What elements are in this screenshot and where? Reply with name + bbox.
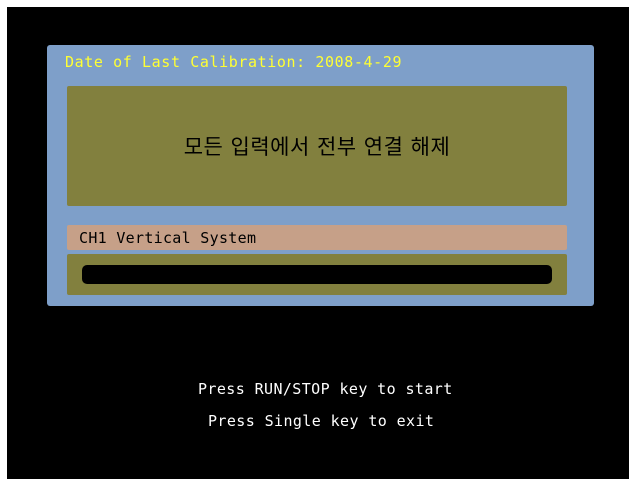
- channel-status-bar: CH1 Vertical System: [67, 225, 567, 250]
- progress-panel: [67, 254, 567, 295]
- calibration-dialog: Date of Last Calibration: 2008-4-29 모든 입…: [47, 45, 594, 306]
- disconnect-message: 모든 입력에서 전부 연결 해제: [183, 135, 451, 159]
- progress-bar: [82, 265, 552, 284]
- message-panel: 모든 입력에서 전부 연결 해제: [67, 86, 567, 206]
- channel-label: CH1 Vertical System: [79, 229, 257, 247]
- oscilloscope-screen: Date of Last Calibration: 2008-4-29 모든 입…: [7, 7, 629, 479]
- instruction-start: Press RUN/STOP key to start: [198, 380, 453, 398]
- instruction-exit: Press Single key to exit: [208, 412, 435, 430]
- calibration-date-title: Date of Last Calibration: 2008-4-29: [65, 53, 403, 71]
